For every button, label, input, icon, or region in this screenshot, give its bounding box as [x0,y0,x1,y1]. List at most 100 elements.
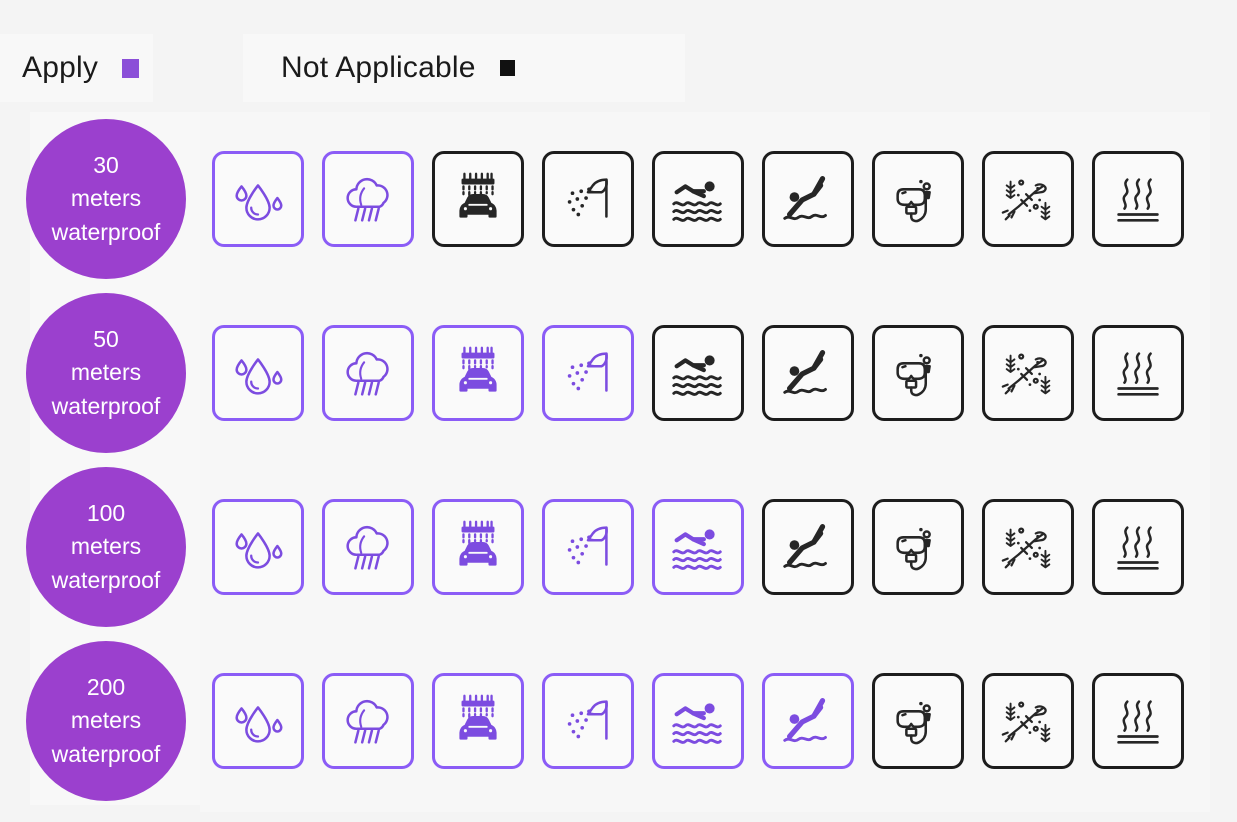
tile-scuba-50m[interactable] [982,325,1074,421]
depth-qualifier: waterproof [51,566,161,593]
car-wash-icon [447,690,509,752]
tile-hot-water-30m[interactable] [1092,151,1184,247]
depth-badge-50: 50 meters waterproof [26,293,186,453]
tile-rain-100m[interactable] [322,499,414,595]
steam-heat-icon [1107,516,1169,578]
car-wash-icon [447,168,509,230]
depth-qualifier: waterproof [51,218,161,245]
legend-label-apply: Apply [22,51,99,84]
tile-diving-200m[interactable] [762,673,854,769]
waterproof-matrix: 30 meters waterproof 50 meters waterproo… [26,112,1210,812]
depth-value: 30 [93,151,119,178]
water-drops-icon [227,516,289,578]
shower-icon [557,342,619,404]
car-wash-icon [447,342,509,404]
scuba-diving-icon [997,168,1059,230]
car-wash-icon [447,516,509,578]
rain-cloud-icon [337,690,399,752]
steam-heat-icon [1107,342,1169,404]
tile-shower-100m[interactable] [542,499,634,595]
legend: Apply Not Applicable [0,34,685,102]
icon-tiles [212,151,1184,247]
tile-shower-50m[interactable] [542,325,634,421]
swimming-icon [667,690,729,752]
tile-swimming-200m[interactable] [652,673,744,769]
tile-water-drops-50m[interactable] [212,325,304,421]
black-square-icon [499,60,515,76]
depth-badge-100: 100 meters waterproof [26,467,186,627]
rain-cloud-icon [337,516,399,578]
legend-spacer [153,68,243,69]
tile-swimming-30m[interactable] [652,151,744,247]
shower-icon [557,516,619,578]
scuba-diving-icon [997,342,1059,404]
tile-shower-30m[interactable] [542,151,634,247]
swimming-icon [667,516,729,578]
springboard-diving-icon [777,516,839,578]
depth-value: 200 [86,673,126,700]
depth-badge-200: 200 meters waterproof [26,641,186,801]
tile-rain-30m[interactable] [322,151,414,247]
legend-item-apply: Apply [0,34,154,102]
snorkel-mask-icon [887,168,949,230]
scuba-diving-icon [997,516,1059,578]
tile-scuba-30m[interactable] [982,151,1074,247]
tile-car-wash-100m[interactable] [432,499,524,595]
rain-cloud-icon [337,342,399,404]
springboard-diving-icon [777,342,839,404]
icon-tiles [212,325,1184,421]
tile-snorkeling-30m[interactable] [872,151,964,247]
depth-unit: meters [70,533,142,560]
swimming-icon [667,168,729,230]
tile-rain-200m[interactable] [322,673,414,769]
tile-snorkeling-100m[interactable] [872,499,964,595]
tile-scuba-100m[interactable] [982,499,1074,595]
tile-diving-100m[interactable] [762,499,854,595]
tile-swimming-100m[interactable] [652,499,744,595]
snorkel-mask-icon [887,690,949,752]
legend-item-not-applicable: Not Applicable [243,34,685,102]
tile-scuba-200m[interactable] [982,673,1074,769]
matrix-row: 100 meters waterproof [26,460,1210,634]
tile-water-drops-200m[interactable] [212,673,304,769]
icon-tiles [212,673,1184,769]
depth-value: 50 [93,325,119,352]
tile-hot-water-100m[interactable] [1092,499,1184,595]
tile-car-wash-30m[interactable] [432,151,524,247]
tile-snorkeling-50m[interactable] [872,325,964,421]
steam-heat-icon [1107,690,1169,752]
water-drops-icon [227,690,289,752]
springboard-diving-icon [777,690,839,752]
tile-car-wash-200m[interactable] [432,673,524,769]
tile-diving-50m[interactable] [762,325,854,421]
tile-car-wash-50m[interactable] [432,325,524,421]
tile-snorkeling-200m[interactable] [872,673,964,769]
tile-hot-water-200m[interactable] [1092,673,1184,769]
springboard-diving-icon [777,168,839,230]
depth-qualifier: waterproof [51,392,161,419]
tile-water-drops-100m[interactable] [212,499,304,595]
tile-diving-30m[interactable] [762,151,854,247]
water-drops-icon [227,168,289,230]
tile-hot-water-50m[interactable] [1092,325,1184,421]
matrix-rows: 30 meters waterproof 50 meters waterproo… [26,112,1210,808]
tile-rain-50m[interactable] [322,325,414,421]
depth-unit: meters [70,185,142,212]
depth-value: 100 [86,499,126,526]
legend-label-not-applicable: Not Applicable [281,51,476,84]
tile-water-drops-30m[interactable] [212,151,304,247]
matrix-row: 50 meters waterproof [26,286,1210,460]
scuba-diving-icon [997,690,1059,752]
tile-shower-200m[interactable] [542,673,634,769]
depth-unit: meters [70,359,142,386]
swimming-icon [667,342,729,404]
rain-cloud-icon [337,168,399,230]
matrix-row: 30 meters waterproof [26,112,1210,286]
shower-icon [557,168,619,230]
icon-tiles [212,499,1184,595]
water-drops-icon [227,342,289,404]
depth-unit: meters [70,707,142,734]
snorkel-mask-icon [887,342,949,404]
steam-heat-icon [1107,168,1169,230]
tile-swimming-50m[interactable] [652,325,744,421]
